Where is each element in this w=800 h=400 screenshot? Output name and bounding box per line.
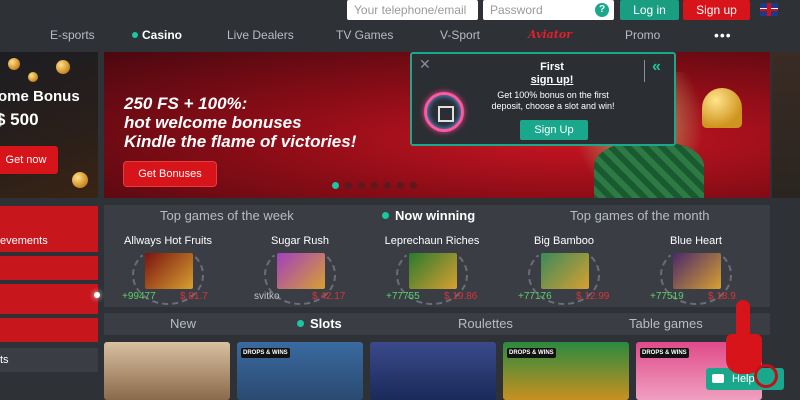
drops-wins-badge: DROPS & WINS	[640, 348, 689, 358]
winner-id: +99477	[122, 291, 156, 302]
gift-icon	[424, 92, 464, 132]
divider	[644, 60, 645, 82]
slider-dot[interactable]	[345, 182, 352, 189]
slider-dot[interactable]	[358, 182, 365, 189]
slider-dot[interactable]	[371, 182, 378, 189]
tab-top-month[interactable]: Top games of the month	[570, 205, 709, 227]
nav-esports[interactable]: E-sports	[50, 24, 95, 46]
game-thumbnail[interactable]	[541, 253, 589, 289]
banner-character-shirt	[594, 142, 704, 198]
headline-line: hot welcome bonuses	[124, 113, 302, 132]
tab-slots[interactable]: Slots	[297, 313, 342, 335]
nav-promo[interactable]: Promo	[625, 24, 660, 46]
section-tabs: New Slots Roulettes Table games	[104, 313, 770, 335]
slider-dots	[332, 182, 417, 189]
game-card[interactable]: Allways Hot Fruits +99477 $ 81.7	[108, 229, 228, 305]
banner-headline: 250 FS + 100%: hot welcome bonuses Kindl…	[124, 94, 356, 151]
nav-live-dealers[interactable]: Live Dealers	[227, 24, 294, 46]
game-thumbnail[interactable]	[277, 253, 325, 289]
winner-id: +77519	[650, 291, 684, 302]
win-amount: $ 19.86	[444, 291, 478, 302]
password-input[interactable]: Password ?	[483, 0, 614, 20]
get-bonuses-button[interactable]: Get Bonuses	[124, 162, 216, 186]
win-amount: $ 42.17	[312, 291, 346, 302]
left-menu-achievements[interactable]: evements	[0, 230, 98, 252]
slider-dot[interactable]	[397, 182, 404, 189]
game-tile[interactable]	[104, 342, 230, 400]
promo-amount: $ 500	[0, 110, 39, 129]
popup-subtitle[interactable]: sign up!	[472, 74, 632, 86]
headline-line: Kindle the flame of victories!	[124, 132, 357, 151]
game-card[interactable]: Blue Heart +77519 $ 18.9	[636, 229, 756, 305]
slider-dot[interactable]	[332, 182, 339, 189]
login-button[interactable]: Log in	[620, 0, 679, 20]
game-tile[interactable]	[370, 342, 496, 400]
winner-id: svitko	[254, 291, 280, 302]
tab-now-winning[interactable]: Now winning	[382, 205, 475, 227]
game-card[interactable]: Big Bamboo +77176 $ 12.99	[504, 229, 624, 305]
get-now-button[interactable]: Get now	[0, 146, 58, 174]
promo-title: ome Bonus	[0, 88, 80, 105]
game-name: Leprechaun Riches	[384, 235, 480, 247]
left-menu-item-dark[interactable]: ts	[0, 348, 98, 372]
tab-table-games[interactable]: Table games	[629, 313, 703, 335]
pointing-hand-icon	[724, 300, 778, 390]
tab-new[interactable]: New	[170, 313, 196, 335]
win-amount: $ 81.7	[180, 291, 208, 302]
game-card[interactable]: Leprechaun Riches +77755 $ 19.86	[372, 229, 492, 305]
nav-tv-games[interactable]: TV Games	[336, 24, 393, 46]
more-menu-icon[interactable]: •••	[714, 24, 732, 46]
winner-id: +77755	[386, 291, 420, 302]
game-thumbnail[interactable]	[145, 253, 193, 289]
signup-button[interactable]: Sign up	[683, 0, 750, 20]
slider-dot[interactable]	[410, 182, 417, 189]
left-menu-item[interactable]	[0, 256, 98, 280]
signup-popup: ✕ First sign up! Get 100% bonus on the f…	[410, 52, 676, 146]
game-name: Blue Heart	[670, 235, 722, 247]
game-tile[interactable]: DROPS & WINS	[503, 342, 629, 400]
coin-decoration	[8, 58, 20, 70]
game-thumbnail[interactable]	[673, 253, 721, 289]
coin-decoration	[72, 172, 88, 188]
game-tile[interactable]: DROPS & WINS	[237, 342, 363, 400]
uk-flag-icon[interactable]	[760, 3, 778, 16]
game-name: Allways Hot Fruits	[123, 235, 213, 247]
main-nav: E-sports Casino Live Dealers TV Games V-…	[0, 24, 800, 46]
casino-page: Your telephone/email Password ? Log in S…	[0, 0, 800, 400]
left-menu-item[interactable]	[0, 318, 98, 342]
tab-roulettes[interactable]: Roulettes	[458, 313, 513, 335]
drops-wins-badge: DROPS & WINS	[241, 348, 290, 358]
password-help-icon[interactable]: ?	[595, 3, 609, 17]
game-card[interactable]: Sugar Rush svitko $ 42.17	[240, 229, 360, 305]
phone-email-input[interactable]: Your telephone/email	[347, 0, 478, 20]
coin-decoration	[56, 60, 70, 74]
banner-side-image	[772, 52, 800, 198]
popup-title: First	[540, 61, 564, 73]
collapse-icon[interactable]: «	[652, 58, 661, 76]
left-menu-item[interactable]	[0, 284, 100, 314]
nav-casino[interactable]: Casino	[132, 24, 182, 46]
win-amount: $ 12.99	[576, 291, 610, 302]
game-name: Big Bamboo	[534, 235, 594, 247]
coin-decoration	[28, 72, 38, 82]
bell-icon	[702, 88, 742, 128]
game-name: Sugar Rush	[270, 235, 330, 247]
password-placeholder: Password	[490, 3, 543, 17]
drops-wins-badge: DROPS & WINS	[507, 348, 556, 358]
popup-body: Get 100% bonus on the first deposit, cho…	[491, 90, 615, 111]
headline-line: 250 FS + 100%:	[124, 94, 248, 113]
tab-top-week[interactable]: Top games of the week	[160, 205, 294, 227]
winning-games-panel: Top games of the week Now winning Top ga…	[104, 205, 770, 307]
nav-v-sport[interactable]: V-Sport	[440, 24, 480, 46]
close-icon[interactable]: ✕	[419, 56, 431, 73]
game-thumbnail[interactable]	[409, 253, 457, 289]
left-menu-item[interactable]	[0, 206, 98, 230]
nav-aviator[interactable]: Aviator	[528, 24, 572, 46]
slider-dot[interactable]	[384, 182, 391, 189]
popup-signup-button[interactable]: Sign Up	[520, 120, 588, 140]
top-bar: Your telephone/email Password ? Log in S…	[0, 0, 800, 24]
games-tabs: Top games of the week Now winning Top ga…	[104, 205, 770, 227]
winner-id: +77176	[518, 291, 552, 302]
welcome-bonus-promo[interactable]: ome Bonus $ 500 Get now	[0, 52, 98, 198]
